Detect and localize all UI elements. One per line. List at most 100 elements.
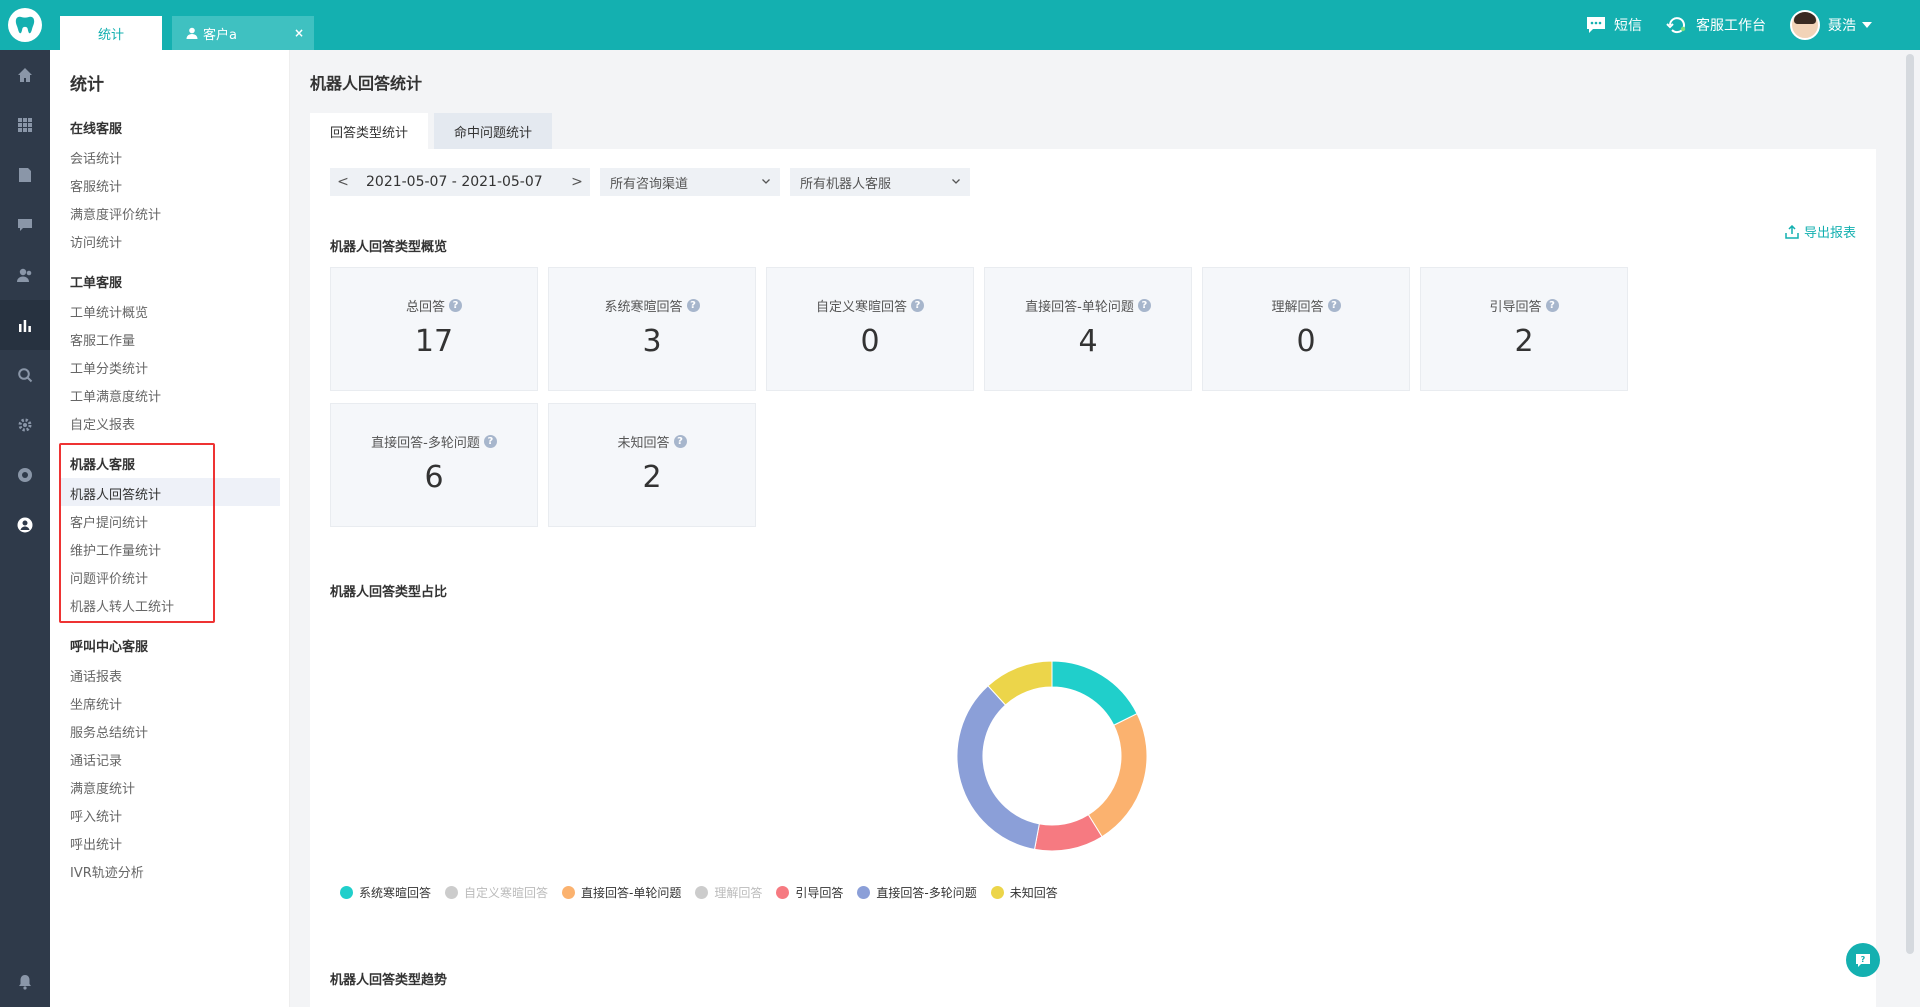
stats-icon[interactable] — [0, 300, 50, 350]
sidebar-item-ticket-category[interactable]: 工单分类统计 — [70, 358, 148, 377]
donut-slice[interactable] — [1087, 712, 1148, 838]
sidebar-item-satisfaction-stats[interactable]: 满意度评价统计 — [70, 204, 161, 223]
user-icon — [186, 27, 198, 39]
sidebar-item-workload[interactable]: 客服工作量 — [70, 330, 135, 349]
sidebar-item-ticket-overview[interactable]: 工单统计概览 — [70, 302, 148, 321]
app-logo[interactable] — [8, 8, 42, 42]
legend-dot — [857, 886, 871, 899]
sidebar-item-session-stats[interactable]: 会话统计 — [70, 148, 122, 167]
robot-select[interactable]: 所有机器人客服 — [790, 168, 970, 196]
tab-hit-questions[interactable]: 命中问题统计 — [434, 113, 553, 149]
legend-item[interactable]: 未知回答 — [990, 884, 1058, 901]
sidebar-item-ivr[interactable]: IVR轨迹分析 — [70, 862, 144, 881]
help-icon[interactable]: ? — [449, 299, 462, 312]
apps-icon[interactable] — [0, 100, 50, 150]
stat-card-label: 直接回答-多轮问题 — [371, 436, 480, 451]
shield-icon[interactable] — [0, 450, 50, 500]
workbench-button[interactable]: 客服工作台 — [1666, 15, 1766, 35]
tab-customer-label: 客户a — [203, 27, 237, 43]
home-icon[interactable] — [0, 50, 50, 100]
bell-icon[interactable] — [0, 957, 50, 1007]
stats-panel: < 2021-05-07 - 2021-05-07 > 所有咨询渠道 所有机器人… — [310, 149, 1876, 1007]
page-scrollbar[interactable] — [1900, 50, 1920, 1007]
sms-icon — [1587, 17, 1605, 33]
channel-select[interactable]: 所有咨询渠道 — [600, 168, 780, 196]
close-icon[interactable]: × — [294, 26, 304, 40]
help-icon[interactable]: ? — [673, 435, 687, 448]
date-range-picker[interactable]: < 2021-05-07 - 2021-05-07 > — [330, 168, 590, 196]
sidebar-item-outbound[interactable]: 呼出统计 — [70, 834, 122, 853]
donut-slice[interactable] — [956, 685, 1040, 850]
legend-item[interactable]: 直接回答-单轮问题 — [562, 884, 681, 901]
sidebar-item-satisfaction[interactable]: 满意度统计 — [70, 778, 135, 797]
legend-item[interactable]: 自定义寒暄回答 — [445, 884, 548, 901]
legend-label: 系统寒暄回答 — [359, 886, 432, 900]
donut-slice[interactable] — [1051, 660, 1138, 726]
stat-card-unknown: 未知回答? 2 — [548, 403, 756, 527]
sms-button[interactable]: 短信 — [1586, 15, 1642, 35]
page-title: 机器人回答统计 — [310, 74, 423, 93]
sidebar-section-callcenter: 呼叫中心客服 — [70, 640, 149, 655]
export-button[interactable]: 导出报表 — [1785, 222, 1856, 241]
search-icon[interactable] — [0, 350, 50, 400]
sidebar-item-agent-stats[interactable]: 客服统计 — [70, 176, 122, 195]
prev-date-button[interactable]: < — [330, 168, 356, 196]
chart-legend: 系统寒暄回答 自定义寒暄回答 直接回答-单轮问题 理解回答 引导回答 直接回答-多轮问题 未… — [340, 884, 1072, 901]
next-date-button[interactable]: > — [564, 168, 590, 196]
legend-label: 自定义寒暄回答 — [464, 886, 549, 900]
legend-item[interactable]: 引导回答 — [776, 884, 843, 901]
stat-card-value: 0 — [1296, 324, 1316, 359]
stat-card-label: 理解回答 — [1271, 300, 1324, 315]
sidebar-item-seat-stats[interactable]: 坐席统计 — [70, 694, 122, 713]
stat-card-value: 2 — [642, 460, 662, 495]
trend-title: 机器人回答类型趋势 — [330, 973, 448, 988]
stats-sidebar: 统计 在线客服 会话统计 客服统计 满意度评价统计 访问统计 工单客服 工单统计… — [50, 50, 290, 1007]
help-icon[interactable]: ? — [483, 435, 497, 448]
sidebar-section-ticket: 工单客服 — [70, 276, 123, 291]
scrollbar-thumb[interactable] — [1906, 54, 1914, 954]
legend-item[interactable]: 理解回答 — [695, 884, 762, 901]
help-icon[interactable]: ? — [1327, 299, 1341, 312]
icon-nav — [0, 50, 50, 1007]
sidebar-item-call-report[interactable]: 通话报表 — [70, 666, 122, 685]
users-icon[interactable] — [0, 250, 50, 300]
stat-card-system-greeting: 系统寒暄回答? 3 — [548, 267, 756, 391]
export-icon — [1785, 224, 1799, 239]
tab-stats[interactable]: 统计 — [60, 16, 162, 50]
tab-customer[interactable]: 客户a × — [172, 16, 314, 50]
document-icon[interactable] — [0, 150, 50, 200]
main-content: 机器人回答统计 回答类型统计 命中问题统计 < 2021-05-07 - 202… — [290, 50, 1900, 1007]
sidebar-item-call-records[interactable]: 通话记录 — [70, 750, 122, 769]
sidebar-item-ticket-satisfaction[interactable]: 工单满意度统计 — [70, 386, 161, 405]
help-icon[interactable]: ? — [1137, 299, 1151, 312]
legend-label: 理解回答 — [714, 886, 763, 900]
sidebar-section-online: 在线客服 — [70, 122, 123, 137]
content-tabs: 回答类型统计 命中问题统计 — [310, 113, 553, 149]
legend-item[interactable]: 直接回答-多轮问题 — [857, 884, 977, 901]
legend-dot — [695, 886, 709, 899]
help-icon[interactable]: ? — [911, 299, 924, 312]
channel-select-value: 所有咨询渠道 — [610, 176, 689, 192]
legend-item[interactable]: 系统寒暄回答 — [340, 884, 431, 901]
help-icon[interactable]: ? — [1545, 299, 1559, 312]
ratio-title: 机器人回答类型占比 — [330, 585, 448, 600]
sidebar-item-visit-stats[interactable]: 访问统计 — [70, 232, 122, 251]
donut-slice[interactable] — [1033, 813, 1103, 852]
legend-label: 引导回答 — [795, 886, 844, 900]
account-icon[interactable] — [0, 500, 50, 550]
sidebar-item-service-summary[interactable]: 服务总结统计 — [70, 722, 148, 741]
chat-icon[interactable] — [0, 200, 50, 250]
help-icon[interactable]: ? — [686, 299, 700, 312]
user-menu[interactable]: 聂浩 — [1790, 10, 1880, 40]
date-range-value[interactable]: 2021-05-07 - 2021-05-07 — [356, 174, 564, 190]
user-name: 聂浩 — [1828, 18, 1856, 34]
stat-card-value: 4 — [1078, 324, 1098, 359]
settings-icon[interactable] — [0, 400, 50, 450]
help-chat-button[interactable]: ? — [1846, 943, 1880, 977]
stat-card-label: 直接回答-单轮问题 — [1025, 300, 1134, 315]
sidebar-item-custom-report[interactable]: 自定义报表 — [70, 414, 135, 433]
sidebar-item-inbound[interactable]: 呼入统计 — [70, 806, 122, 825]
tab-answer-type[interactable]: 回答类型统计 — [310, 113, 429, 149]
sidebar-title: 统计 — [70, 75, 104, 95]
legend-dot — [776, 886, 790, 899]
